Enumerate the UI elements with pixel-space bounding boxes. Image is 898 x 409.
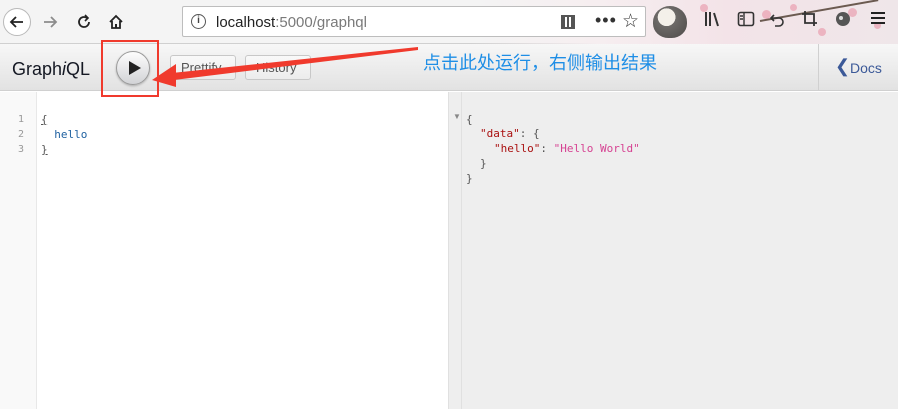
screen: i localhost:5000/graphql ••• ☆ GraphiQL [0, 0, 898, 409]
annotation-text: 点击此处运行，右侧输出结果 [423, 53, 657, 73]
